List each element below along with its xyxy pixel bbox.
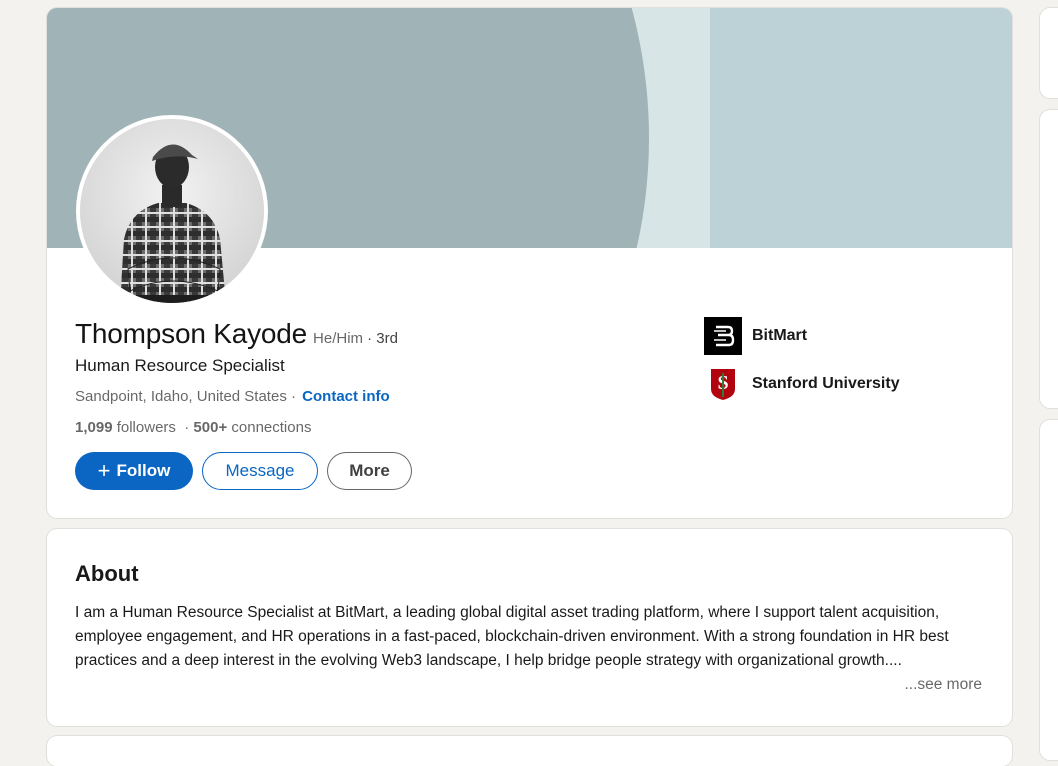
bitmart-logo-icon — [704, 317, 742, 355]
connections-label[interactable]: connections — [231, 419, 311, 436]
follow-button[interactable]: + Follow — [75, 452, 193, 490]
follow-label: Follow — [116, 461, 171, 480]
profile-actions: + Follow Message More — [75, 452, 412, 490]
right-rail-card-2 — [1040, 110, 1058, 408]
org-stanford[interactable]: S Stanford University — [704, 365, 900, 403]
about-title: About — [75, 561, 139, 586]
organizations-list: BitMart S Stanford University — [704, 317, 900, 413]
message-button[interactable]: Message — [202, 452, 318, 490]
right-rail-card-3 — [1040, 420, 1058, 760]
location: Sandpoint, Idaho, United States — [75, 388, 287, 405]
profile-name: Thompson Kayode — [75, 318, 308, 349]
more-button[interactable]: More — [327, 452, 412, 490]
stanford-logo-icon: S — [704, 365, 742, 403]
stats-row: 1,099 followers · 500+ connections — [75, 419, 311, 436]
person-photo-icon — [80, 119, 264, 303]
next-section-card — [47, 736, 1012, 766]
profile-card: Thompson Kayode He/Him · 3rd Human Resou… — [47, 8, 1012, 518]
followers-label: followers — [116, 419, 176, 436]
profile-photo[interactable] — [76, 115, 268, 307]
see-more-link[interactable]: ...see more — [904, 676, 982, 694]
name-row: Thompson Kayode He/Him · 3rd — [75, 318, 398, 350]
connections-count[interactable]: 500+ — [193, 419, 227, 436]
org-name-stanford: Stanford University — [752, 375, 900, 392]
about-card: About I am a Human Resource Specialist a… — [47, 529, 1012, 726]
location-row: Sandpoint, Idaho, United States · Contac… — [75, 388, 390, 405]
contact-info-link[interactable]: Contact info — [302, 388, 390, 405]
profile-headline: Human Resource Specialist — [75, 356, 285, 375]
plus-icon: + — [97, 458, 111, 483]
about-text: I am a Human Resource Specialist at BitM… — [75, 604, 949, 669]
pronouns: He/Him — [313, 330, 364, 347]
connection-degree: · 3rd — [367, 330, 398, 347]
org-bitmart[interactable]: BitMart — [704, 317, 900, 355]
location-separator: · — [291, 388, 296, 405]
right-rail-card-1 — [1040, 8, 1058, 98]
connections-separator: · — [184, 419, 190, 436]
followers-count: 1,099 — [75, 419, 113, 436]
org-name-bitmart: BitMart — [752, 327, 808, 344]
